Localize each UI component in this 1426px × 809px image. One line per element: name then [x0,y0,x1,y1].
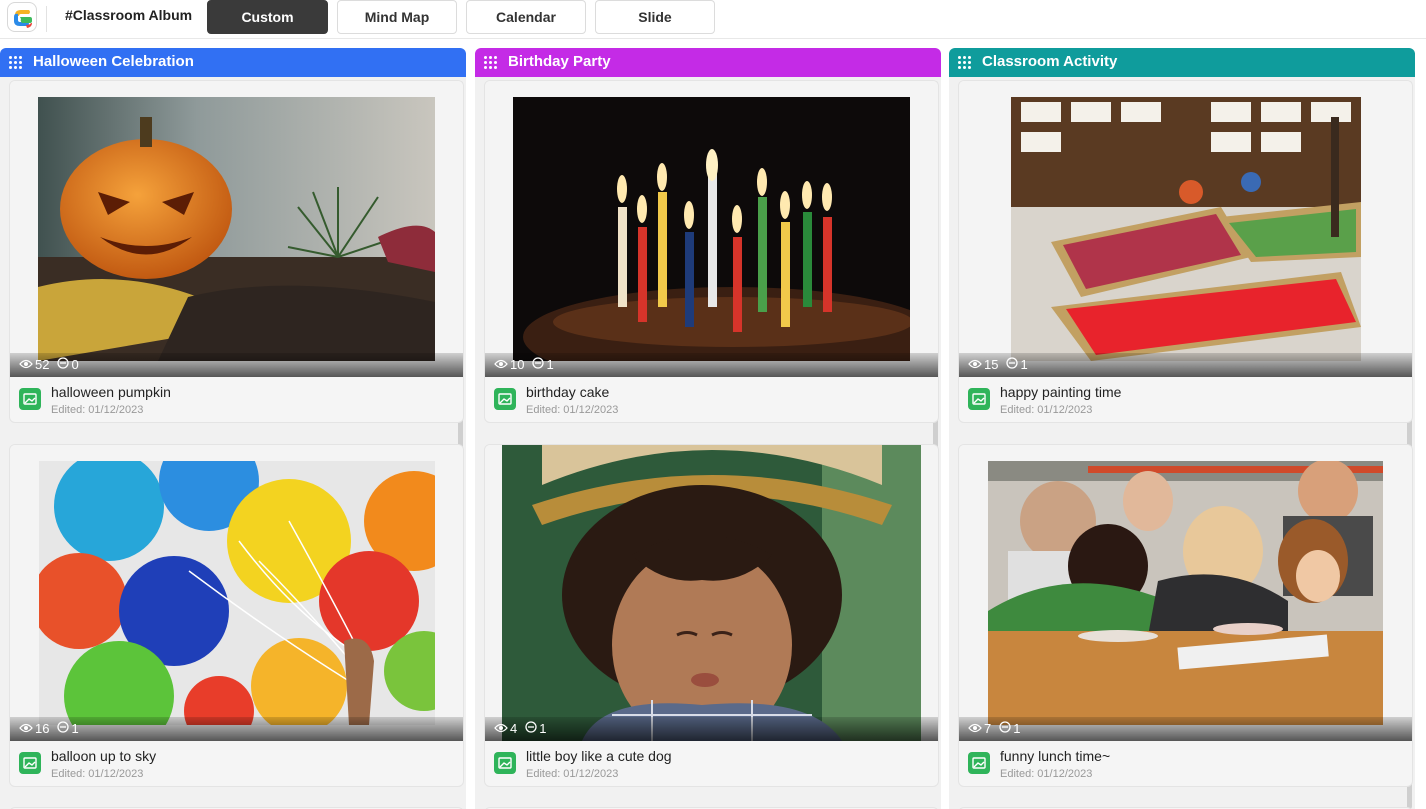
drag-handle-icon[interactable] [484,56,498,70]
comment-count: 1 [71,720,79,736]
card-title[interactable]: birthday cake [526,384,609,400]
card-stats: 7 1 [968,719,1028,737]
card-stats: 52 0 [19,355,87,373]
image-type-icon [494,752,516,774]
comment-count: 1 [1020,356,1028,372]
comment-icon [57,720,70,736]
comment-count: 1 [1013,720,1021,736]
eye-icon [968,357,982,372]
image-type-icon [968,752,990,774]
column-header[interactable]: Classroom Activity [949,48,1415,77]
view-count: 52 [35,356,50,372]
card-stats: 4 1 [494,719,554,737]
comment-icon [999,720,1011,736]
comment-icon [1006,356,1019,372]
comment-icon [57,356,70,372]
tab-calendar[interactable]: Calendar [466,0,586,34]
post-card[interactable]: 7 1 funny lunch time~ Edited: 01/12/2023 [958,444,1413,787]
card-stats: 10 1 [494,355,562,373]
album-title: #Classroom Album [65,7,193,23]
eye-icon [968,721,982,736]
tab-mind-map[interactable]: Mind Map [337,0,457,34]
drag-handle-icon[interactable] [958,56,972,70]
image-type-icon [19,388,41,410]
column-body: 10 1 birthday cake Edited: 01/12/2023 4 … [475,77,941,809]
view-count: 15 [984,356,999,372]
paint-trays-photo [1011,97,1361,361]
divider [46,6,47,32]
post-card[interactable]: 16 1 balloon up to sky Edited: 01/12/202… [9,444,464,787]
tab-custom[interactable]: Custom [207,0,328,34]
pie-eating-contest-photo [988,461,1383,725]
edited-date: Edited: 01/12/2023 [51,404,144,416]
card-title[interactable]: balloon up to sky [51,748,156,764]
comment-icon [525,720,537,736]
column-header[interactable]: Birthday Party [475,48,941,77]
halloween-pumpkin-photo [38,97,435,361]
post-card[interactable]: 52 0 halloween pumpkin Edited: 01/12/202… [9,80,464,423]
comment-count: 1 [539,720,547,736]
column-header[interactable]: Halloween Celebration [0,48,466,77]
app-logo-icon[interactable] [7,2,37,32]
edited-date: Edited: 01/12/2023 [526,768,619,780]
view-count: 16 [35,720,50,736]
view-count: 7 [984,720,992,736]
edited-date: Edited: 01/12/2023 [51,768,144,780]
card-title[interactable]: happy painting time [1000,384,1121,400]
edited-date: Edited: 01/12/2023 [1000,768,1093,780]
column-title: Birthday Party [508,53,611,70]
post-card[interactable]: 15 1 happy painting time Edited: 01/12/2… [958,80,1413,423]
card-stats: 15 1 [968,355,1036,373]
eye-icon [19,357,33,372]
view-count: 4 [510,720,518,736]
tab-slide[interactable]: Slide [595,0,715,34]
drag-handle-icon[interactable] [9,56,23,70]
comment-count: 0 [71,356,79,372]
colorful-balloons-photo [39,461,435,725]
view-count: 10 [510,356,525,372]
card-stats: 16 1 [19,719,87,737]
eye-icon [494,721,508,736]
post-card[interactable]: 10 1 birthday cake Edited: 01/12/2023 [484,80,939,423]
eye-icon [19,721,33,736]
image-type-icon [494,388,516,410]
column-halloween-celebration: Halloween Celebration 52 0 halloween pum… [0,48,466,809]
card-title[interactable]: funny lunch time~ [1000,748,1110,764]
boy-party-hat-photo [502,445,921,741]
edited-date: Edited: 01/12/2023 [526,404,619,416]
column-birthday-party: Birthday Party 10 1 birthday cake Edited… [475,48,941,809]
birthday-candles-photo [513,97,910,361]
column-classroom-activity: Classroom Activity 15 1 happy painting t… [949,48,1415,809]
card-title[interactable]: little boy like a cute dog [526,748,672,764]
edited-date: Edited: 01/12/2023 [1000,404,1093,416]
column-body: 52 0 halloween pumpkin Edited: 01/12/202… [0,77,466,809]
comment-icon [532,356,545,372]
comment-count: 1 [546,356,554,372]
post-card[interactable]: 4 1 little boy like a cute dog Edited: 0… [484,444,939,787]
image-type-icon [19,752,41,774]
eye-icon [494,357,508,372]
column-body: 15 1 happy painting time Edited: 01/12/2… [949,77,1415,809]
column-title: Halloween Celebration [33,53,194,70]
image-type-icon [968,388,990,410]
card-title[interactable]: halloween pumpkin [51,384,171,400]
column-title: Classroom Activity [982,53,1118,70]
top-bar: #Classroom Album Custom Mind Map Calenda… [0,0,1426,39]
